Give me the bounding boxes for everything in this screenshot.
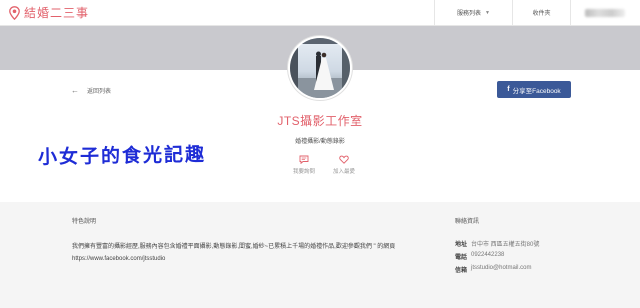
blurred-username <box>585 8 625 17</box>
studio-name: JTS攝影工作室 <box>277 114 363 128</box>
heart-icon <box>339 155 349 164</box>
blog-watermark: 小女子的食光記趣 <box>37 143 207 169</box>
facebook-icon: f <box>507 86 510 93</box>
wedding-photo-image <box>290 38 350 98</box>
features-description: 我們擁有豐富的攝影經歷,服務內容包含婚禮平面攝影,動態錄影,閨蜜,婚紗~已累積上… <box>72 241 412 265</box>
inbox-link[interactable]: 收件夾 <box>512 0 570 25</box>
inbox-link-label: 收件夾 <box>532 11 551 17</box>
chevron-down-icon: ▼ <box>485 9 490 16</box>
share-facebook-button[interactable]: f 分享至Facebook <box>497 81 571 98</box>
message-icon <box>299 155 309 164</box>
top-navigation-bar: 結婚二三事 服務列表 ▼ 收件夾 <box>0 0 640 26</box>
contact-value[interactable]: 0922442238 <box>471 252 504 261</box>
contact-phone: 電話 0922442238 <box>455 252 504 261</box>
header-nav: 服務列表 ▼ 收件夾 <box>434 0 640 25</box>
features-link[interactable]: https://www.facebook.com/jtsstudio <box>72 253 412 265</box>
brand-name: 結婚二三事 <box>24 6 90 20</box>
brand-logo[interactable]: 結婚二三事 <box>9 4 89 21</box>
contact-address: 地址 台中市 西區五權五街80號 <box>455 239 539 248</box>
back-to-list-link[interactable]: ← 返回列表 <box>71 86 111 95</box>
contact-value: 台中市 西區五權五街80號 <box>471 242 540 248</box>
contact-email: 信箱 jtsstudio@hotmail.com <box>455 265 531 274</box>
contact-key: 信箱 <box>455 268 468 274</box>
add-favorite-button[interactable]: 加入最愛 <box>329 155 359 175</box>
map-pin-icon <box>9 5 20 20</box>
inquire-button[interactable]: 我要詢問 <box>289 155 319 175</box>
user-menu[interactable] <box>570 0 640 25</box>
back-label: 返回列表 <box>87 89 112 95</box>
profile-actions: 我要詢問 加入最愛 <box>289 155 359 175</box>
contact-value[interactable]: jtsstudio@hotmail.com <box>471 265 531 274</box>
services-menu[interactable]: 服務列表 ▼ <box>434 0 512 25</box>
details-section: 特色說明 我們擁有豐富的攝影經歷,服務內容包含婚禮平面攝影,動態錄影,閨蜜,婚紗… <box>0 202 640 308</box>
share-facebook-label: 分享至Facebook <box>512 87 561 95</box>
features-line: 我們擁有豐富的攝影經歷,服務內容包含婚禮平面攝影,動態錄影,閨蜜,婚紗~已累積上… <box>72 244 396 250</box>
contact-key: 電話 <box>455 255 468 261</box>
arrow-left-icon: ← <box>71 86 79 95</box>
inquire-label: 我要詢問 <box>292 169 315 175</box>
services-menu-label: 服務列表 <box>457 11 482 17</box>
contact-title: 聯絡資訊 <box>455 219 480 225</box>
features-title: 特色說明 <box>72 219 97 225</box>
studio-avatar <box>288 36 352 100</box>
add-favorite-label: 加入最愛 <box>332 169 355 175</box>
contact-key: 地址 <box>455 242 468 248</box>
